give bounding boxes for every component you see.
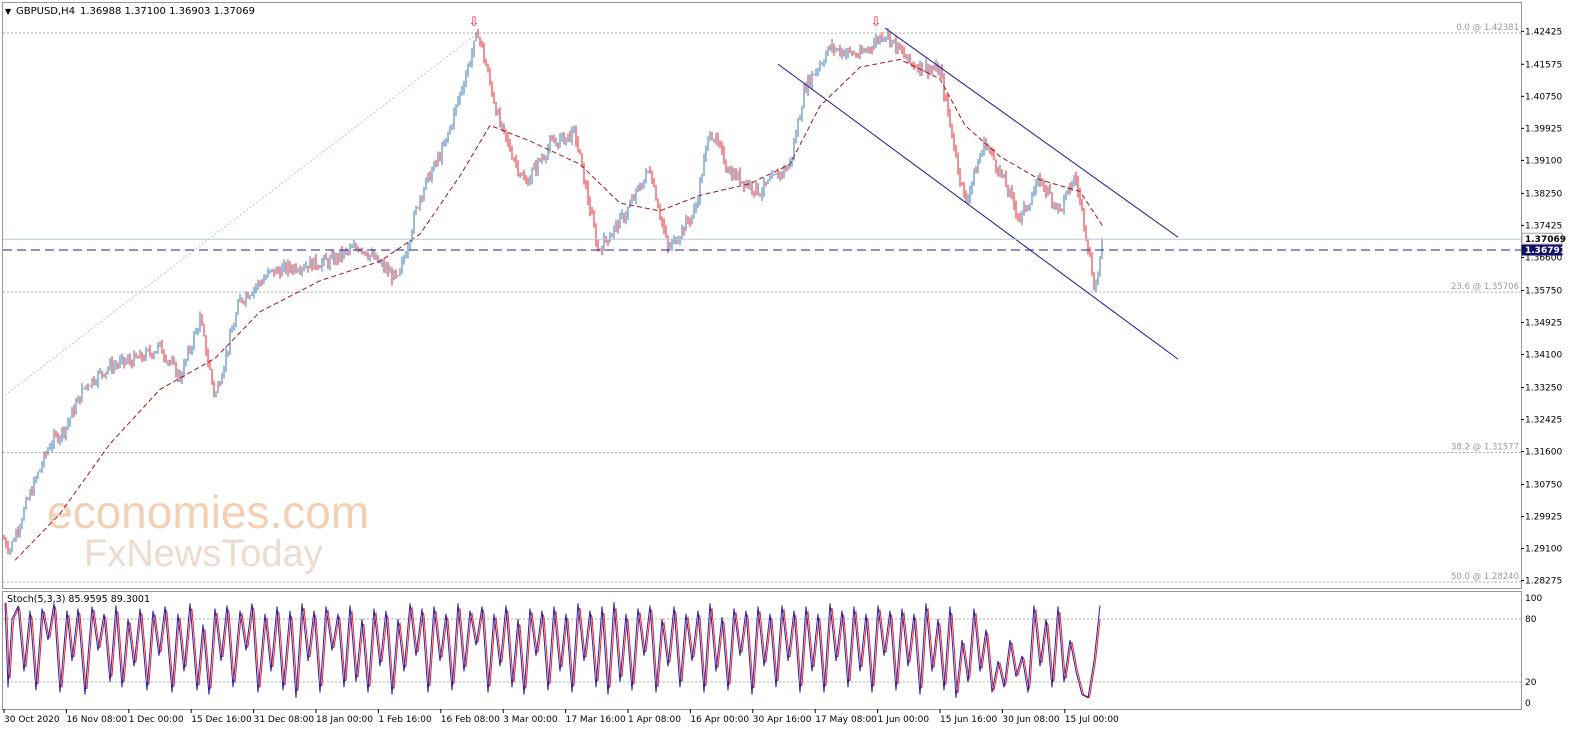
support-price-label: 1.36791 [1525, 246, 1566, 256]
price-tick-label: 1.40750 [1525, 92, 1562, 102]
symbol-label: GBPUSD,H4 [16, 6, 75, 17]
price-tick-label: 1.39100 [1525, 156, 1562, 166]
time-tick-label: 30 Jun 08:00 [1002, 715, 1059, 725]
stoch-label: Stoch(5,3,3) 85.9595 89.3001 [7, 594, 150, 605]
price-tick-label: 1.34925 [1525, 318, 1562, 328]
time-tick-label: 3 Mar 00:00 [503, 715, 558, 725]
bid-price-label: 1.37069 [1525, 235, 1566, 245]
time-tick-label: 1 Apr 08:00 [628, 715, 681, 725]
price-tick-label: 1.37425 [1525, 221, 1562, 231]
ohlc-values: 1.36988 1.37100 1.36903 1.37069 [80, 6, 255, 17]
time-tick-label: 31 Dec 08:00 [254, 715, 315, 725]
down-arrow-marker-icon: ⇩ [871, 15, 882, 30]
fib-level-label: 38.2 @ 1.31577 [1451, 442, 1519, 452]
time-tick-label: 15 Jul 00:00 [1065, 715, 1119, 725]
time-tick-label: 1 Dec 00:00 [129, 715, 184, 725]
stoch-tick-label: 20 [1525, 678, 1537, 688]
price-tick-label: 1.41575 [1525, 60, 1562, 70]
price-tick-label: 1.32425 [1525, 416, 1562, 426]
stoch-tick-label: 0 [1525, 699, 1531, 709]
stoch-tick-label: 100 [1525, 594, 1542, 604]
time-tick-label: 17 May 08:00 [815, 715, 877, 725]
time-tick-label: 17 Mar 16:00 [566, 715, 626, 725]
price-tick-label: 1.39925 [1525, 124, 1562, 134]
time-tick-label: 15 Dec 16:00 [191, 715, 252, 725]
time-tick-label: 30 Apr 16:00 [753, 715, 812, 725]
time-axis: 30 Oct 2020 16 Nov 08:00 1 Dec 00:00 15 Dec… [3, 709, 1119, 725]
time-tick-label: 16 Feb 08:00 [441, 715, 500, 725]
price-tick-label: 1.29925 [1525, 513, 1562, 523]
time-tick-label: 16 Apr 00:00 [690, 715, 749, 725]
fib-level-label: 23.6 @ 1.35706 [1451, 282, 1519, 292]
time-tick-label: 15 Jun 16:00 [940, 715, 997, 725]
price-tick-label: 1.33250 [1525, 383, 1562, 393]
time-tick-label: 1 Jun 00:00 [878, 715, 930, 725]
price-tick-label: 1.30750 [1525, 481, 1562, 491]
price-axis: 1.42425 1.41575 1.40750 1.39925 1.39100 1.382… [1521, 27, 1566, 587]
watermark-line1: economies.com [47, 486, 369, 538]
time-tick-label: 16 Nov 08:00 [66, 715, 127, 725]
price-tick-label: 1.28275 [1525, 577, 1562, 587]
time-tick-label: 18 Jan 00:00 [316, 715, 373, 725]
time-tick-label: 30 Oct 2020 [4, 715, 60, 725]
price-tick-label: 1.29100 [1525, 545, 1562, 555]
stoch-axis: 100 80 20 0 [1525, 594, 1542, 709]
price-tick-label: 1.34100 [1525, 350, 1562, 360]
fib-level-label: 50.0 @ 1.28240 [1451, 572, 1519, 582]
chart-canvas[interactable]: economies.com FxNewsToday 0.0 @ 1.42381 2… [0, 0, 1596, 743]
price-tick-label: 1.38250 [1525, 189, 1562, 199]
fib-level-label: 0.0 @ 1.42381 [1456, 23, 1519, 33]
price-tick-label: 1.35750 [1525, 286, 1562, 296]
watermark-line2: FxNewsToday [84, 533, 323, 575]
chart-window: economies.com FxNewsToday 0.0 @ 1.42381 2… [0, 0, 1596, 743]
price-tick-label: 1.31600 [1525, 448, 1562, 458]
chart-menu-arrow-icon[interactable]: ▼ [5, 7, 12, 16]
time-tick-label: 1 Feb 16:00 [378, 715, 432, 725]
down-arrow-marker-icon: ⇩ [469, 15, 480, 30]
stoch-tick-label: 80 [1525, 615, 1537, 625]
price-tick-label: 1.42425 [1525, 27, 1562, 37]
